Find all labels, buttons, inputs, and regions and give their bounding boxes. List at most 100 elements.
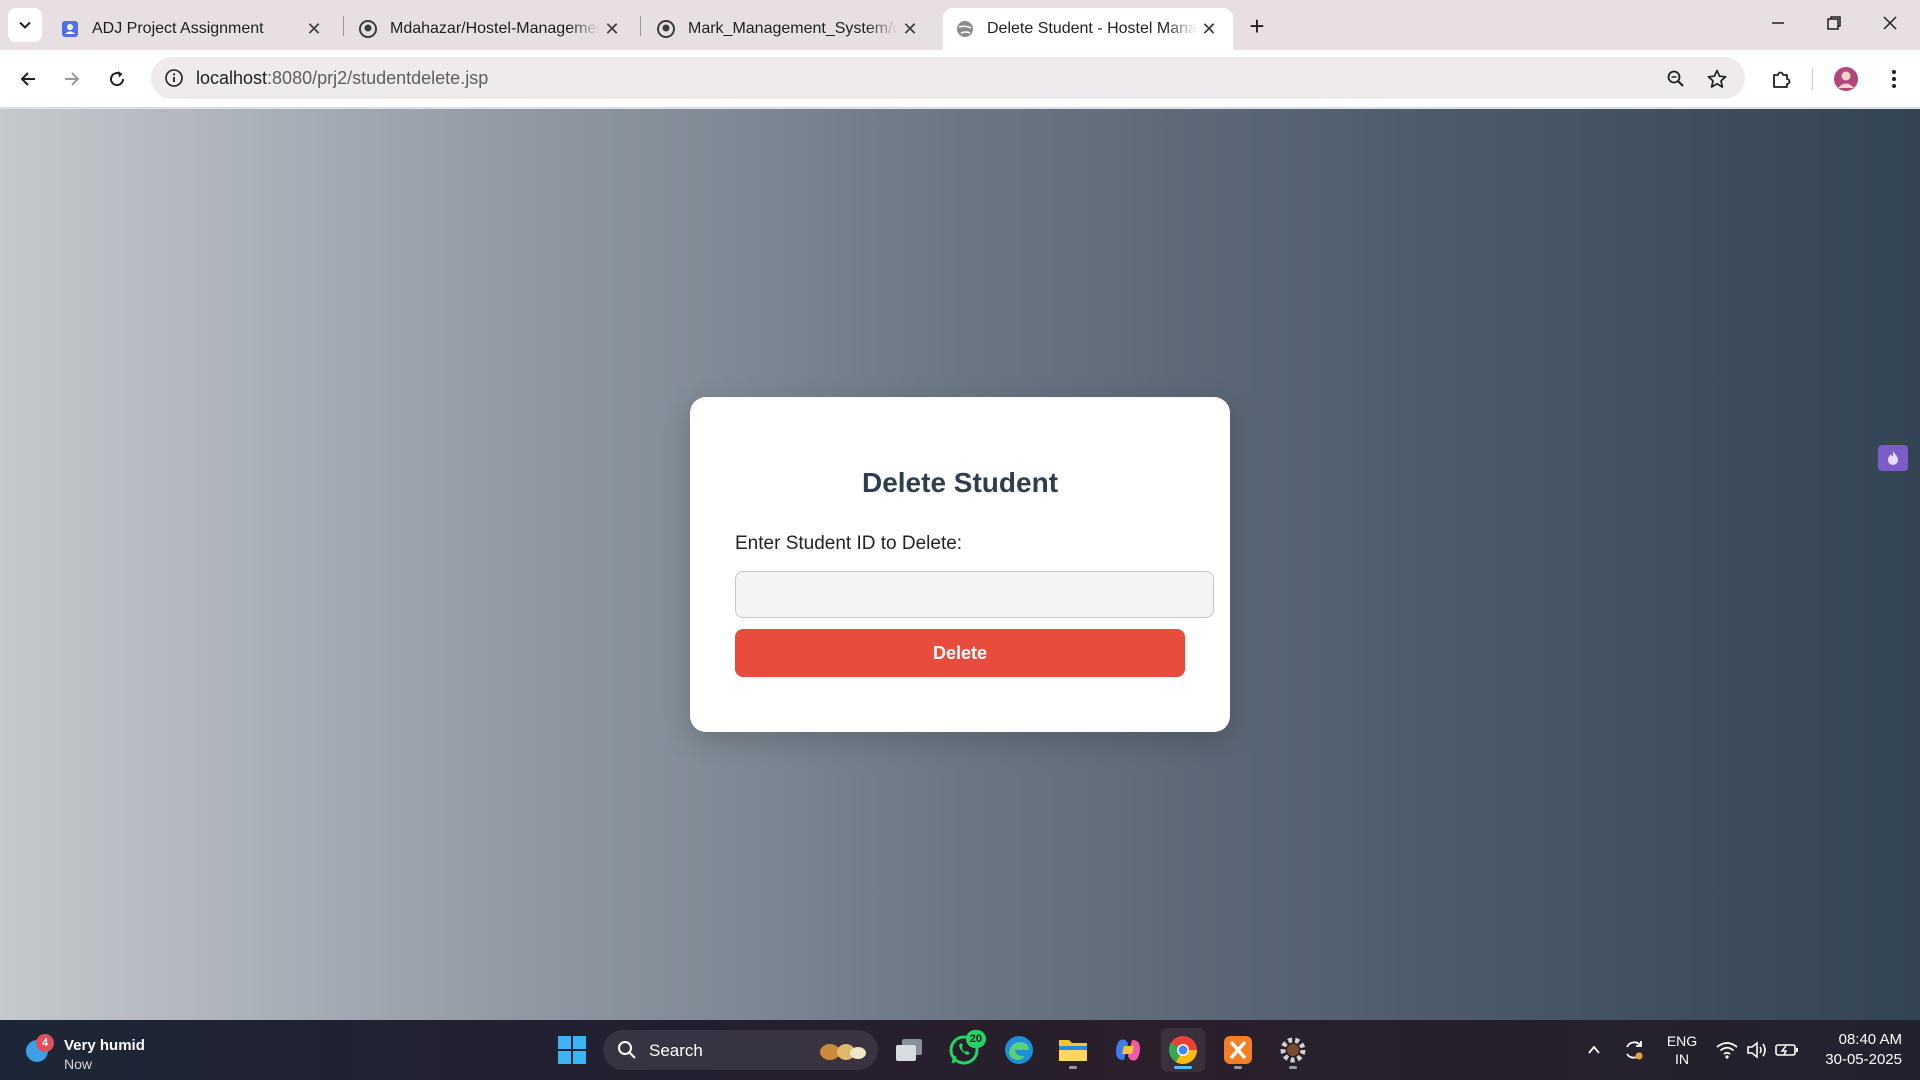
tab-separator: [640, 16, 641, 36]
language-code: ENG: [1666, 1033, 1698, 1049]
globe-icon: [955, 19, 975, 39]
flame-icon: [1888, 451, 1898, 465]
sync-icon: [1626, 1041, 1643, 1060]
minimize-icon: [1772, 22, 1784, 24]
clock-date: 30-05-2025: [1825, 1051, 1902, 1068]
new-tab-button[interactable]: +: [1243, 11, 1271, 41]
edge-app[interactable]: [997, 1028, 1041, 1072]
page-title: Delete Student: [861, 467, 1059, 498]
show-hidden-icons-button[interactable]: [1582, 1036, 1606, 1064]
copilot-app[interactable]: [1106, 1028, 1150, 1072]
tab-mark-management[interactable]: Mark_Management_System/out ✕: [644, 8, 934, 50]
windows-icon: [558, 1036, 586, 1064]
zoom-icon[interactable]: [1663, 66, 1689, 92]
url-path: :8080/prj2/studentdelete.jsp: [267, 68, 489, 88]
weather-text: Very humid: [64, 1037, 145, 1054]
search-label: Search: [649, 1041, 703, 1060]
extensions-button[interactable]: [1763, 61, 1799, 97]
running-indicator: [1174, 1066, 1192, 1069]
weather-widget[interactable]: 4 Very humid Now: [20, 1028, 180, 1072]
tab-title: Mark_Management_System/out: [688, 20, 898, 37]
close-icon[interactable]: ✕: [1197, 17, 1221, 41]
minimize-button[interactable]: [1750, 0, 1806, 46]
chevron-up-icon: [1588, 1045, 1600, 1054]
task-view-icon: [896, 1039, 922, 1061]
edge-icon: [1005, 1036, 1033, 1064]
whatsapp-app[interactable]: 20: [942, 1028, 986, 1072]
delete-button[interactable]: Delete: [735, 629, 1185, 677]
start-button[interactable]: [550, 1028, 594, 1072]
reload-button[interactable]: [99, 61, 135, 97]
chevron-down-icon: [19, 21, 31, 29]
bookmark-star-icon[interactable]: [1704, 66, 1730, 92]
region-code: IN: [1675, 1051, 1689, 1067]
info-icon[interactable]: [163, 67, 185, 89]
notification-badge: 4: [36, 1034, 54, 1052]
xampp-app[interactable]: [1216, 1028, 1260, 1072]
forward-button[interactable]: [54, 61, 90, 97]
close-icon: [1883, 16, 1897, 30]
tab-title: Mdahazar/Hostel-Management: [390, 20, 600, 37]
restore-icon: [1827, 16, 1841, 30]
url-host: localhost: [196, 68, 268, 88]
form-icon: [60, 19, 80, 39]
reload-icon: [110, 71, 125, 87]
battery-charging-icon: [1775, 1044, 1798, 1056]
back-button[interactable]: [10, 61, 46, 97]
toolbar-separator: [1812, 68, 1813, 90]
close-icon[interactable]: ✕: [600, 17, 624, 41]
arrow-right-icon: [65, 72, 80, 86]
copilot-icon: [1116, 1039, 1140, 1061]
profile-button[interactable]: [1828, 61, 1864, 97]
whatsapp-badge: 20: [965, 1030, 986, 1048]
chrome-icon: [1169, 1036, 1197, 1064]
browser-toolbar: localhost:8080/prj2/studentdelete.jsp: [0, 50, 1920, 108]
tab-hostel-management[interactable]: Mdahazar/Hostel-Management ✕: [346, 8, 636, 50]
tab-adj-project[interactable]: ADJ Project Assignment ✕: [48, 8, 338, 50]
search-highlight-icon: [820, 1044, 866, 1060]
sync-status[interactable]: [1620, 1036, 1648, 1064]
volume-icon: [1747, 1041, 1766, 1059]
close-window-button[interactable]: [1862, 0, 1918, 46]
delete-student-card: Delete Student Enter Student ID to Delet…: [690, 397, 1230, 732]
tab-title: ADJ Project Assignment: [92, 20, 264, 37]
taskbar: 4 Very humid Now Search 20 ENG IN 08:40 …: [0, 1020, 1920, 1080]
volume-status[interactable]: [1744, 1036, 1770, 1064]
settings-app[interactable]: [1271, 1028, 1315, 1072]
close-icon[interactable]: ✕: [302, 17, 326, 41]
search-icon: [618, 1041, 636, 1059]
folder-icon: [1059, 1040, 1087, 1061]
taskbar-search[interactable]: Search: [603, 1030, 878, 1070]
address-bar[interactable]: localhost:8080/prj2/studentdelete.jsp: [151, 57, 1745, 99]
tab-separator: [343, 16, 344, 36]
tab-strip: ADJ Project Assignment ✕ Mdahazar/Hostel…: [0, 0, 1920, 50]
menu-button[interactable]: [1876, 61, 1912, 97]
close-icon[interactable]: ✕: [898, 17, 922, 41]
language-indicator[interactable]: ENG IN: [1664, 1032, 1700, 1068]
side-panel-widget[interactable]: [1878, 445, 1908, 471]
task-view-button[interactable]: [887, 1028, 931, 1072]
tab-delete-student[interactable]: Delete Student - Hostel Manage ✕: [943, 8, 1233, 50]
running-indicator: [1069, 1066, 1077, 1069]
battery-status[interactable]: [1774, 1036, 1800, 1064]
student-id-label: Enter Student ID to Delete:: [735, 533, 963, 554]
restore-button[interactable]: [1806, 0, 1862, 46]
wifi-status[interactable]: [1714, 1036, 1740, 1064]
avatar: [1834, 67, 1858, 91]
tab-search-button[interactable]: [8, 8, 42, 42]
github-icon: [358, 19, 378, 39]
chrome-app[interactable]: [1161, 1028, 1205, 1072]
wifi-icon: [1716, 1042, 1738, 1059]
github-icon: [656, 19, 676, 39]
page-viewport: Delete Student Enter Student ID to Delet…: [0, 109, 1920, 1020]
arrow-left-icon: [20, 72, 35, 86]
url-text[interactable]: localhost:8080/prj2/studentdelete.jsp: [196, 68, 488, 89]
student-id-input[interactable]: [735, 571, 1214, 618]
file-explorer-app[interactable]: [1051, 1028, 1095, 1072]
running-indicator: [1234, 1066, 1242, 1069]
system-clock[interactable]: 08:40 AM 30-05-2025: [1812, 1030, 1902, 1070]
puzzle-icon: [1773, 71, 1791, 88]
clock-time: 08:40 AM: [1838, 1031, 1902, 1048]
xampp-icon: [1224, 1036, 1252, 1064]
gear-icon: [1280, 1037, 1306, 1063]
